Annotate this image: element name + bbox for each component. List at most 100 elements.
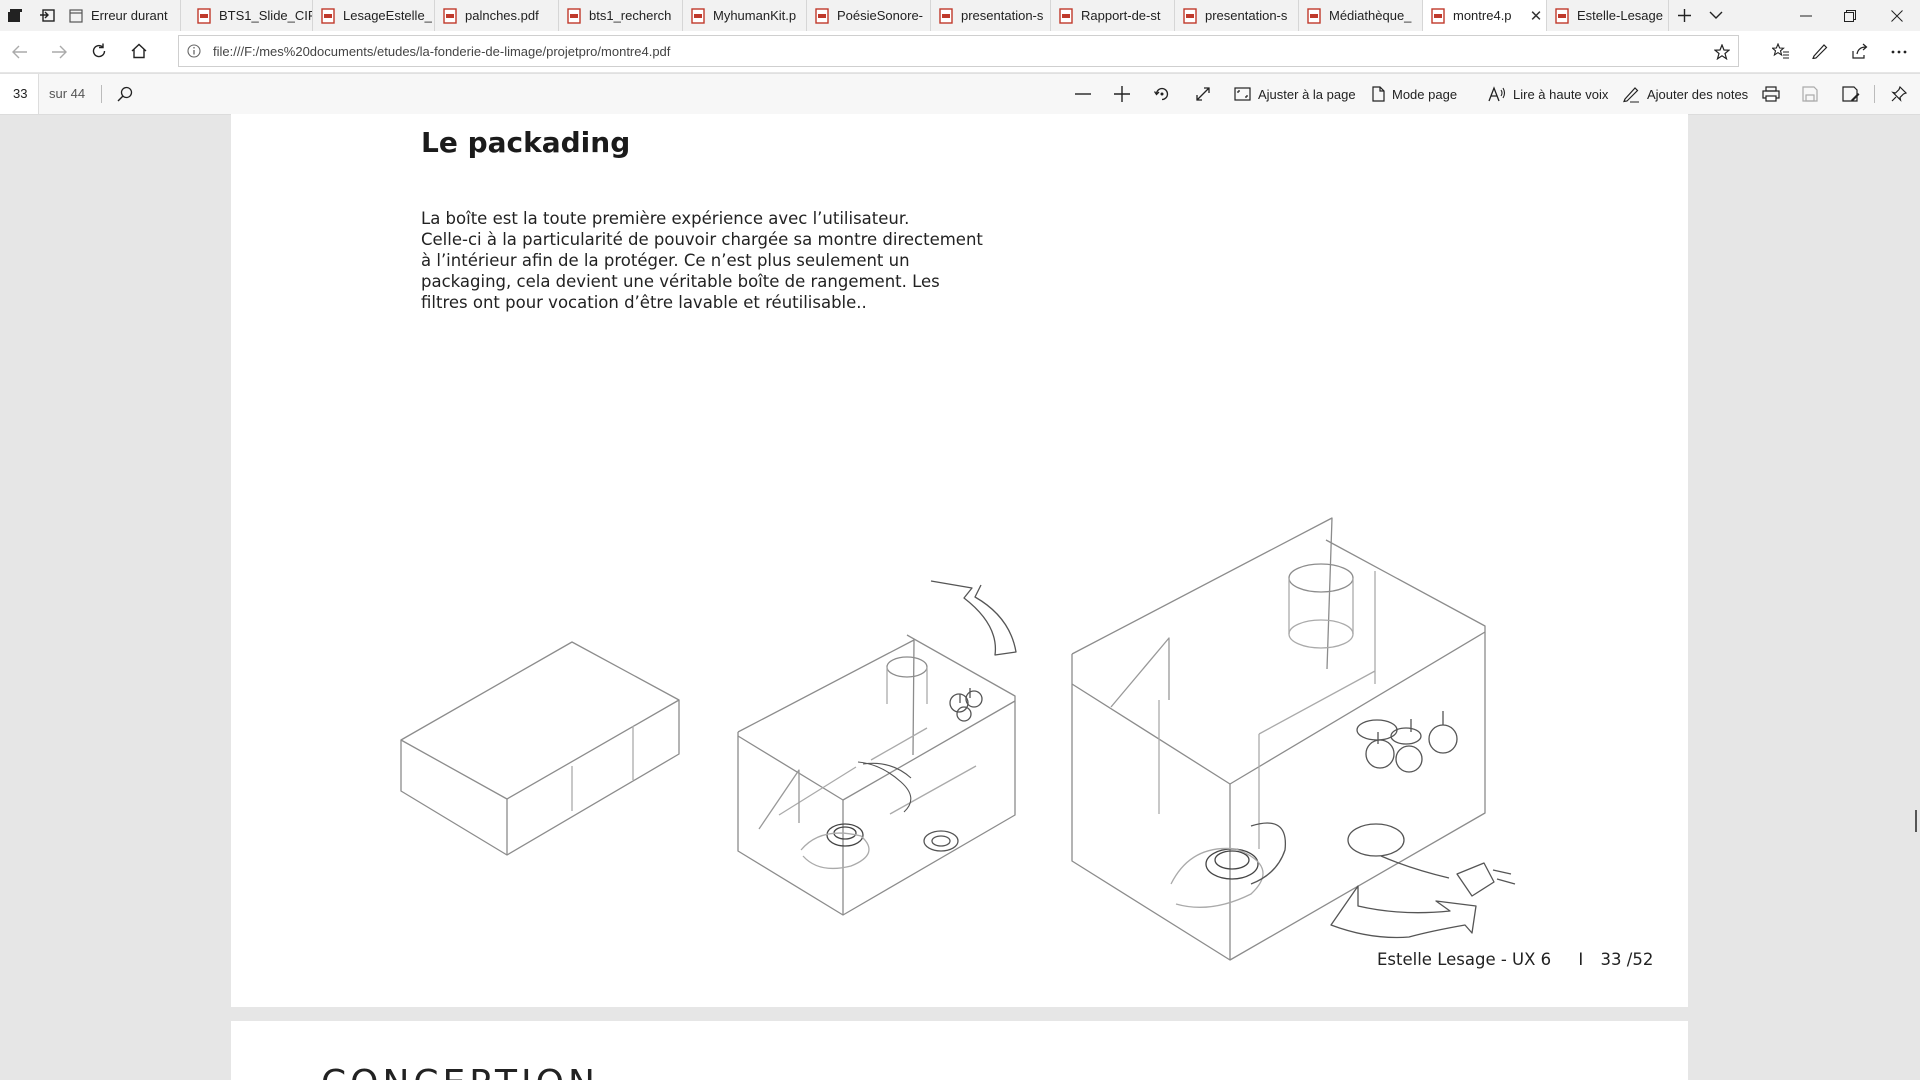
pdf-icon bbox=[815, 7, 829, 24]
page-mode-label: Mode page bbox=[1392, 86, 1458, 102]
add-notes-label: Ajouter des notes bbox=[1647, 86, 1749, 102]
tab-label: LesageEstelle_ bbox=[343, 8, 432, 23]
tab-label: Médiathèque_ bbox=[1329, 8, 1412, 23]
minimize-icon[interactable] bbox=[1800, 15, 1812, 17]
close-tab-icon[interactable]: ✕ bbox=[1526, 7, 1546, 25]
pen-icon[interactable] bbox=[1811, 43, 1829, 59]
tab-pdf[interactable]: palnches.pdf bbox=[435, 0, 559, 31]
divider bbox=[101, 85, 102, 103]
tab-pdf[interactable]: BTS1_Slide_CIR bbox=[189, 0, 313, 31]
page-mode-button[interactable]: Mode page bbox=[1372, 74, 1457, 114]
zoom-in-icon[interactable] bbox=[1114, 86, 1130, 102]
tab-pdf[interactable]: presentation-s bbox=[1175, 0, 1299, 31]
address-text: file:///F:/mes%20documents/etudes/la-fon… bbox=[213, 44, 671, 59]
open-box-drawing bbox=[737, 634, 1016, 916]
lift-arrow-drawing bbox=[930, 580, 1017, 656]
address-bar[interactable]: file:///F:/mes%20documents/etudes/la-fon… bbox=[178, 35, 1739, 67]
tab-label: BTS1_Slide_CIR bbox=[219, 8, 312, 23]
fit-page-label: Ajuster à la page bbox=[1258, 86, 1356, 102]
pdf-icon bbox=[691, 7, 705, 24]
search-icon[interactable] bbox=[117, 86, 133, 102]
packaging-illustration bbox=[400, 517, 1516, 961]
tab-pdf[interactable]: presentation-s bbox=[931, 0, 1051, 31]
page-footer: Estelle Lesage - UX 6 I 33 /52 bbox=[1377, 950, 1653, 969]
pdf-icon bbox=[197, 7, 211, 24]
chevron-down-icon[interactable] bbox=[1709, 11, 1723, 20]
footer-author: Estelle Lesage - UX 6 bbox=[1377, 950, 1552, 969]
info-icon[interactable] bbox=[187, 44, 201, 58]
restore-icon[interactable] bbox=[1844, 10, 1856, 22]
read-aloud-icon bbox=[1488, 86, 1506, 102]
footer-separator: I bbox=[1578, 950, 1584, 969]
pdf-icon bbox=[443, 7, 457, 24]
print-icon[interactable] bbox=[1762, 86, 1780, 102]
closed-box-drawing bbox=[400, 641, 680, 856]
pdf-icon bbox=[1307, 7, 1321, 24]
pdf-icon bbox=[1431, 7, 1445, 24]
home-icon[interactable] bbox=[131, 43, 147, 59]
tab-pdf[interactable]: bts1_recherch bbox=[559, 0, 683, 31]
tab-label: presentation-s bbox=[961, 8, 1044, 23]
forward-icon[interactable] bbox=[51, 45, 67, 59]
tab-pdf[interactable]: PoésieSonore- bbox=[807, 0, 931, 31]
pdf-toolbar: 33 sur 44 Ajuster à la page Mode page Li… bbox=[0, 73, 1920, 115]
read-aloud-button[interactable]: Lire à haute voix bbox=[1488, 74, 1608, 114]
page-icon bbox=[1372, 86, 1385, 102]
pdf-icon bbox=[1059, 7, 1073, 24]
fullscreen-icon[interactable] bbox=[1195, 86, 1211, 102]
set-aside-tabs-icon[interactable] bbox=[39, 9, 55, 22]
pdf-page: Le packading La boîte est la toute premi… bbox=[231, 114, 1688, 1007]
pdf-icon bbox=[1183, 7, 1197, 24]
tab-bar: Erreur durant BTS1_Slide_CIR LesageEstel… bbox=[0, 0, 1920, 31]
tab-pdf[interactable]: MyhumanKit.p bbox=[683, 0, 807, 31]
tab-pdf[interactable]: Estelle-Lesage bbox=[1547, 0, 1669, 31]
large-open-box-drawing bbox=[1071, 517, 1516, 961]
zoom-out-icon[interactable] bbox=[1075, 93, 1091, 95]
more-icon[interactable] bbox=[1891, 50, 1907, 54]
pdf-icon bbox=[939, 7, 953, 24]
close-window-icon[interactable] bbox=[1891, 10, 1903, 22]
next-page-heading: CONCEPTION bbox=[321, 1063, 599, 1080]
tab-label: bts1_recherch bbox=[589, 8, 672, 23]
pdf-icon bbox=[567, 7, 581, 24]
refresh-icon[interactable] bbox=[91, 43, 107, 59]
tab-label: montre4.p bbox=[1453, 8, 1512, 23]
add-notes-button[interactable]: Ajouter des notes bbox=[1622, 74, 1748, 114]
tab-pdf[interactable]: Rapport-de-st bbox=[1051, 0, 1175, 31]
back-icon[interactable] bbox=[12, 45, 28, 59]
favorite-star-icon[interactable] bbox=[1714, 44, 1730, 60]
favorites-icon[interactable] bbox=[1772, 43, 1790, 59]
tab-pdf[interactable]: Médiathèque_ bbox=[1299, 0, 1423, 31]
tab-manager-icon[interactable] bbox=[7, 8, 23, 23]
tab-label: PoésieSonore- bbox=[837, 8, 923, 23]
tab-label: Erreur durant bbox=[91, 8, 168, 23]
pdf-icon bbox=[321, 7, 335, 24]
rotate-arrow-drawing bbox=[1330, 885, 1477, 939]
navigation-bar: file:///F:/mes%20documents/etudes/la-fon… bbox=[0, 31, 1920, 72]
fit-page-button[interactable]: Ajuster à la page bbox=[1234, 74, 1356, 114]
pen-icon bbox=[1623, 86, 1639, 102]
next-pdf-page: CONCEPTION bbox=[231, 1021, 1688, 1080]
footer-page: 33 /52 bbox=[1600, 950, 1654, 969]
save-icon[interactable] bbox=[1802, 86, 1818, 102]
fit-page-icon bbox=[1234, 87, 1251, 101]
read-aloud-label: Lire à haute voix bbox=[1513, 86, 1609, 102]
save-as-icon[interactable] bbox=[1842, 86, 1860, 102]
divider bbox=[1874, 85, 1875, 103]
tab-label: Estelle-Lesage bbox=[1577, 8, 1663, 23]
pdf-icon bbox=[1555, 7, 1569, 24]
tab-active[interactable]: montre4.p ✕ bbox=[1423, 0, 1547, 31]
share-icon[interactable] bbox=[1851, 43, 1869, 59]
tab-label: MyhumanKit.p bbox=[713, 8, 797, 23]
page-total: sur 44 bbox=[49, 86, 86, 101]
tab-erreur[interactable]: Erreur durant bbox=[61, 0, 181, 31]
rotate-icon[interactable] bbox=[1154, 86, 1170, 102]
new-tab-icon[interactable] bbox=[1677, 8, 1692, 23]
tab-label: palnches.pdf bbox=[465, 8, 539, 23]
tab-pdf[interactable]: LesageEstelle_ bbox=[313, 0, 435, 31]
tab-label: presentation-s bbox=[1205, 8, 1288, 23]
scrollbar-thumb[interactable] bbox=[1915, 810, 1917, 832]
page-number-value: 33 bbox=[13, 86, 28, 101]
unpin-icon[interactable] bbox=[1891, 86, 1907, 102]
tab-label: Rapport-de-st bbox=[1081, 8, 1161, 23]
